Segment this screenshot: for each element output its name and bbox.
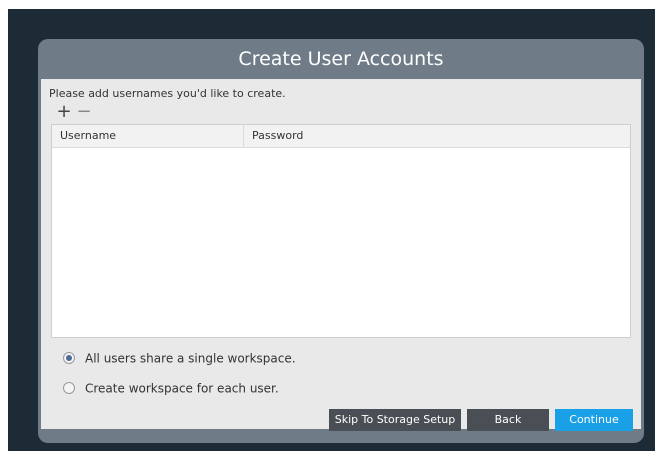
table-header: Username Password [52,125,630,148]
add-user-button[interactable]: + [55,103,73,121]
dialog-content: Please add usernames you'd like to creat… [41,79,641,429]
radio-label-shared-workspace: All users share a single workspace. [85,351,296,366]
column-header-username[interactable]: Username [52,125,244,147]
app-frame: Create User Accounts Please add username… [8,9,655,451]
radio-label-per-user-workspace: Create workspace for each user. [85,381,279,396]
minus-icon: − [76,101,92,122]
column-header-password[interactable]: Password [244,125,630,147]
radio-per-user-workspace[interactable]: Create workspace for each user. [63,379,279,397]
dialog-title: Create User Accounts [238,48,444,70]
continue-button[interactable]: Continue [555,409,633,431]
user-accounts-table[interactable]: Username Password [51,124,631,338]
radio-button-selected[interactable] [63,351,75,364]
radio-button-unselected[interactable] [63,381,75,394]
plus-icon: + [56,101,72,122]
remove-user-button[interactable]: − [75,103,93,121]
radio-shared-workspace[interactable]: All users share a single workspace. [63,349,296,367]
back-button[interactable]: Back [467,409,549,431]
instruction-text: Please add usernames you'd like to creat… [49,87,286,100]
create-user-accounts-dialog: Create User Accounts Please add username… [38,39,644,443]
skip-to-storage-setup-button[interactable]: Skip To Storage Setup [329,409,461,431]
